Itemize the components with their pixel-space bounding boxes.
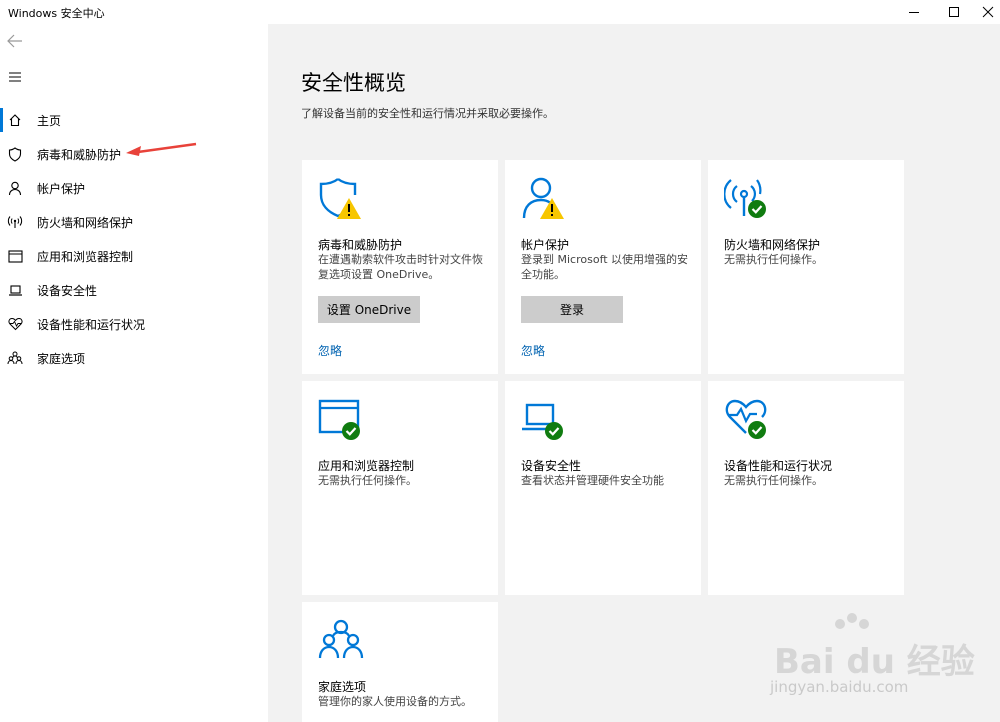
card-app-browser-control[interactable]: 应用和浏览器控制 无需执行任何操作。 <box>302 381 498 595</box>
heart-pulse-ok-icon <box>725 399 767 439</box>
laptop-ok-icon <box>522 403 563 440</box>
sidebar-item-app-browser-control[interactable]: 应用和浏览器控制 <box>0 239 268 273</box>
home-icon <box>7 112 23 128</box>
person-icon <box>7 180 23 196</box>
shield-warning-icon <box>319 178 361 219</box>
page-title: 安全性概览 <box>301 71 406 95</box>
sidebar-item-label: 帐户保护 <box>37 181 86 196</box>
sidebar-item-label: 病毒和威胁防护 <box>37 147 122 162</box>
shield-icon <box>7 146 23 162</box>
browser-window-ok-icon <box>318 399 360 440</box>
setup-onedrive-button[interactable]: 设置 OneDrive <box>318 296 420 323</box>
card-description: 无需执行任何操作。 <box>724 253 823 266</box>
sidebar-item-account-protection[interactable]: 帐户保护 <box>0 171 268 205</box>
dismiss-link[interactable]: 忽略 <box>318 342 342 359</box>
card-title: 设备性能和运行状况 <box>724 459 833 473</box>
sidebar: 主页 病毒和威胁防护 帐户保护 防火墙和网络保护 应用和浏览器控制 设备安全性 <box>0 24 268 722</box>
card-title: 防火墙和网络保护 <box>724 238 821 252</box>
card-device-security[interactable]: 设备安全性 查看状态并管理硬件安全功能 <box>505 381 701 595</box>
card-account-protection[interactable]: 帐户保护 登录到 Microsoft 以使用增强的安全功能。 登录 忽略 <box>505 160 701 374</box>
card-title: 帐户保护 <box>521 238 570 252</box>
card-device-performance[interactable]: 设备性能和运行状况 无需执行任何操作。 <box>708 381 904 595</box>
laptop-icon <box>7 282 23 298</box>
sidebar-item-firewall[interactable]: 防火墙和网络保护 <box>0 205 268 239</box>
window-title: Windows 安全中心 <box>8 7 105 20</box>
card-virus-protection[interactable]: 病毒和威胁防护 在遭遇勒索软件攻击时针对文件恢复选项设置 OneDrive。 设… <box>302 160 498 374</box>
maximize-icon <box>949 7 959 17</box>
minimize-icon <box>909 12 919 13</box>
person-warning-icon <box>522 177 564 219</box>
card-description: 查看状态并管理硬件安全功能 <box>521 474 664 487</box>
sidebar-item-device-security[interactable]: 设备安全性 <box>0 273 268 307</box>
card-title: 设备安全性 <box>521 459 582 473</box>
sidebar-item-label: 设备性能和运行状况 <box>37 317 146 332</box>
family-icon <box>318 619 364 659</box>
antenna-ok-icon <box>724 179 766 218</box>
card-firewall[interactable]: 防火墙和网络保护 无需执行任何操作。 <box>708 160 904 374</box>
back-arrow-icon <box>7 34 22 48</box>
sidebar-item-home[interactable]: 主页 <box>0 103 268 137</box>
title-bar: Windows 安全中心 <box>0 0 1000 24</box>
card-title: 病毒和威胁防护 <box>318 238 403 252</box>
card-description: 管理你的家人使用设备的方式。 <box>318 695 472 708</box>
sidebar-item-device-performance[interactable]: 设备性能和运行状况 <box>0 307 268 341</box>
sign-in-button[interactable]: 登录 <box>521 296 623 323</box>
annotation-arrow-icon <box>126 142 197 156</box>
minimize-button[interactable] <box>894 0 934 24</box>
watermark-url: jingyan.baidu.com <box>770 678 909 696</box>
antenna-icon <box>7 214 23 230</box>
menu-button[interactable] <box>4 66 26 88</box>
hamburger-menu-icon <box>9 72 21 82</box>
sidebar-item-label: 应用和浏览器控制 <box>37 249 134 264</box>
sidebar-item-label: 设备安全性 <box>37 283 98 298</box>
card-title: 应用和浏览器控制 <box>318 459 415 473</box>
close-icon <box>982 6 994 18</box>
browser-window-icon <box>7 248 23 264</box>
card-description: 登录到 Microsoft 以使用增强的安全功能。 <box>521 253 689 281</box>
sidebar-item-label: 防火墙和网络保护 <box>37 215 134 230</box>
sidebar-item-label: 主页 <box>37 113 62 128</box>
baidu-watermark: Bai du 经验 jingyan.baidu.com <box>762 612 975 704</box>
watermark-brand: Bai du 经验 <box>774 642 975 682</box>
close-button[interactable] <box>968 0 1000 24</box>
family-icon <box>7 350 23 366</box>
card-family-options[interactable]: 家庭选项 管理你的家人使用设备的方式。 <box>302 602 498 722</box>
card-title: 家庭选项 <box>318 680 367 694</box>
back-button[interactable] <box>4 30 26 52</box>
card-description: 无需执行任何操作。 <box>318 474 417 487</box>
sidebar-item-family-options[interactable]: 家庭选项 <box>0 341 268 375</box>
page-subtitle: 了解设备当前的安全性和运行情况并采取必要操作。 <box>301 107 554 120</box>
sidebar-item-label: 家庭选项 <box>37 351 86 366</box>
card-description: 在遭遇勒索软件攻击时针对文件恢复选项设置 OneDrive。 <box>318 253 483 281</box>
heart-pulse-icon <box>7 316 23 332</box>
card-description: 无需执行任何操作。 <box>724 474 823 487</box>
dismiss-link[interactable]: 忽略 <box>521 342 545 359</box>
